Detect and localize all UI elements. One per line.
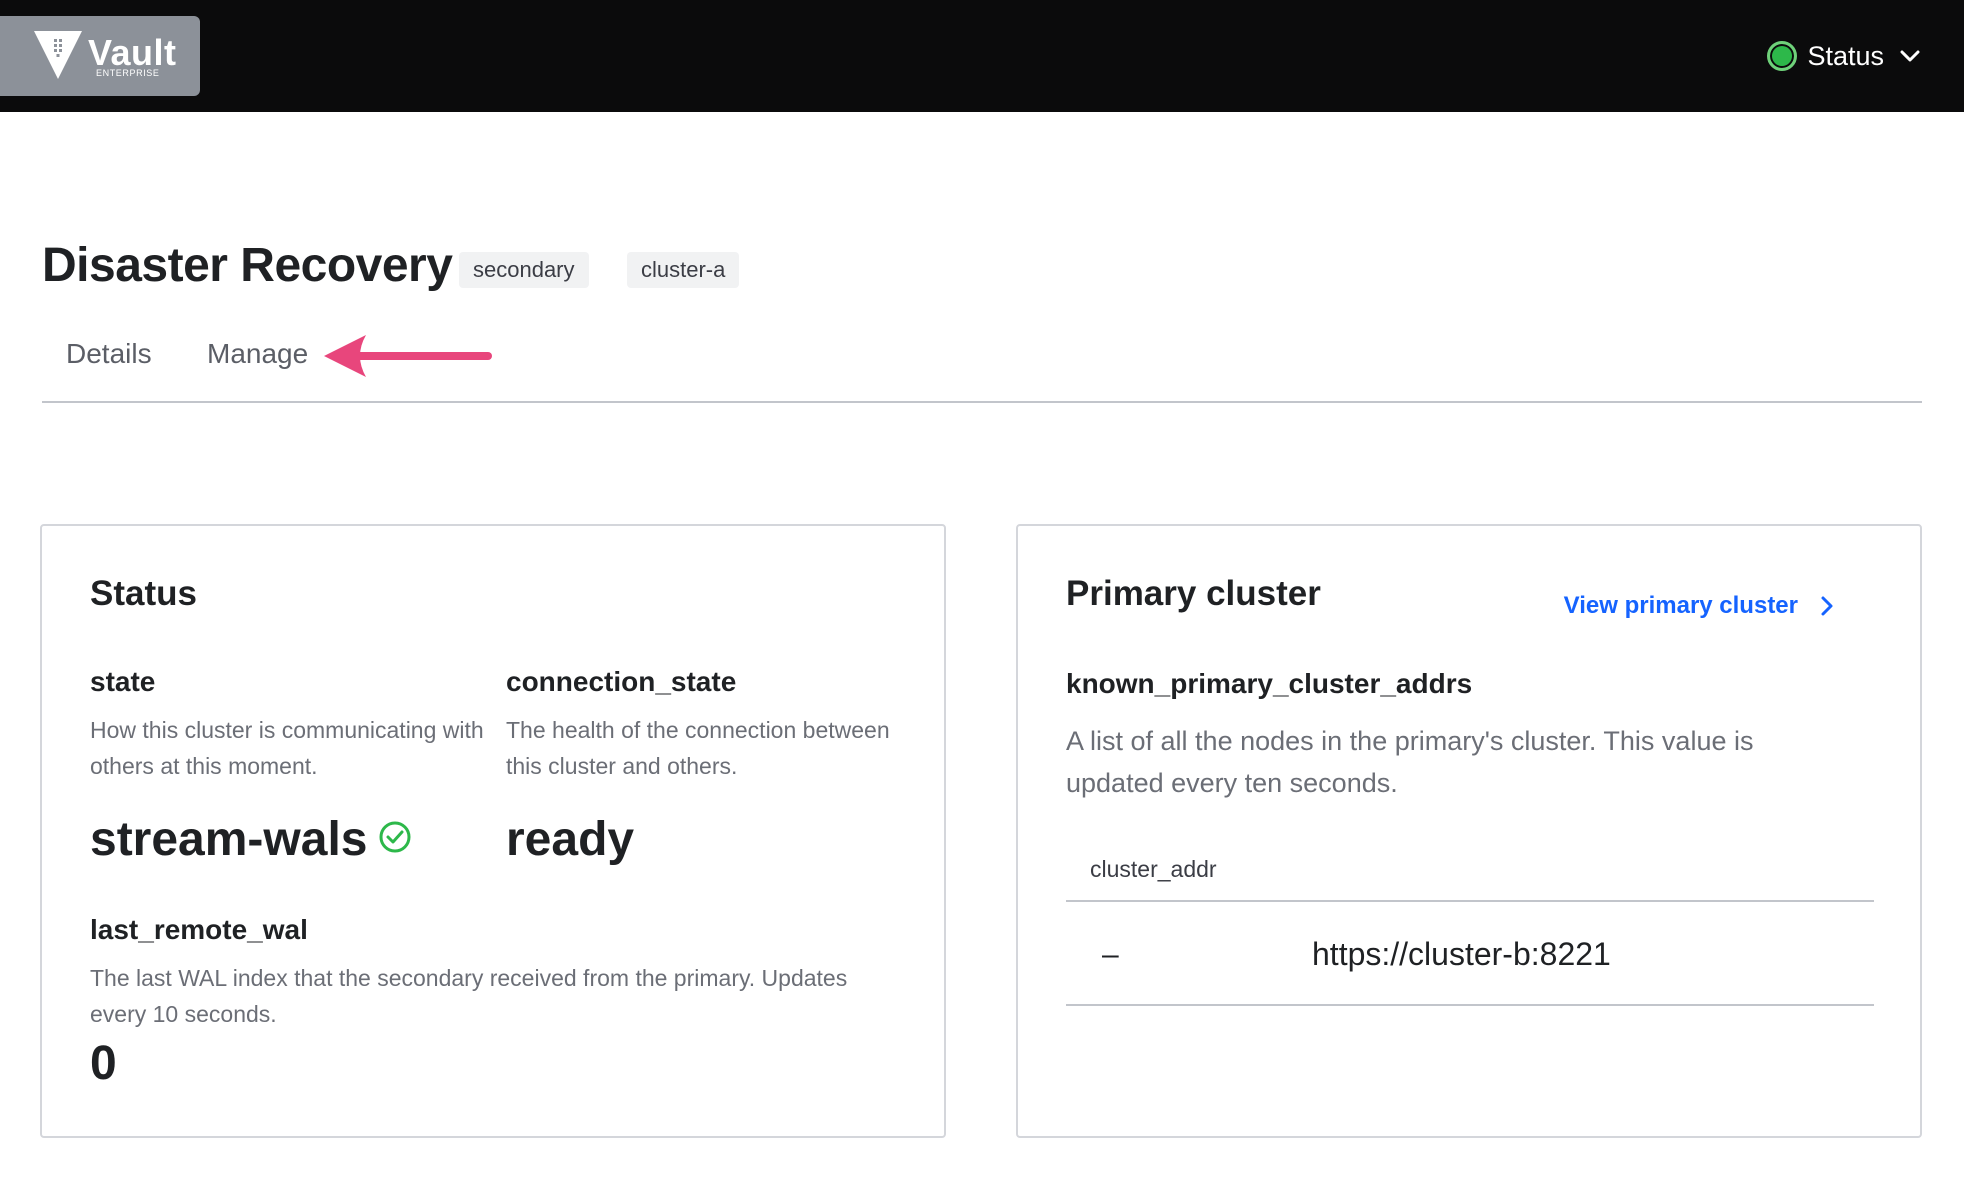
status-card: Status state How this cluster is communi…: [40, 524, 946, 1138]
connection-state-label: connection_state: [506, 666, 737, 697]
chevron-down-icon: [1900, 50, 1920, 62]
status-card-title: Status: [90, 574, 197, 613]
known-primary-addrs-help: A list of all the nodes in the primary's…: [1066, 726, 1754, 798]
check-circle-icon: [379, 821, 411, 853]
view-primary-cluster-label: View primary cluster: [1563, 592, 1798, 619]
tab-details[interactable]: Details: [66, 338, 152, 370]
connection-state-help: The health of the connection between thi…: [506, 717, 890, 779]
vault-triangle-icon: [34, 31, 82, 79]
page-title: Disaster Recovery: [42, 239, 453, 292]
cluster-address: https://cluster-b:8221: [1312, 936, 1611, 972]
primary-card-title: Primary cluster: [1066, 574, 1321, 613]
column-header-cluster-addr: cluster_addr: [1090, 856, 1217, 882]
logo-subtext: ENTERPRISE: [96, 68, 160, 78]
top-navbar: Vault ENTERPRISE Status: [0, 0, 1964, 112]
state-help: How this cluster is communicating with o…: [90, 717, 484, 779]
connection-state-value: ready: [506, 813, 635, 866]
last-remote-wal-value: 0: [90, 1037, 117, 1090]
cluster-tag: cluster-a: [627, 252, 740, 288]
last-remote-wal-help: The last WAL index that the secondary re…: [90, 965, 848, 1027]
status-label: Status: [1807, 40, 1884, 71]
table-row: – https://cluster-b:8221: [1066, 902, 1874, 1006]
cluster-addr-table-header: cluster_addr: [1066, 846, 1874, 902]
tab-divider: [42, 401, 1922, 403]
vault-logo[interactable]: Vault ENTERPRISE: [0, 16, 200, 96]
status-menu-button[interactable]: Status: [1767, 36, 1920, 76]
tab-manage[interactable]: Manage: [207, 338, 308, 370]
annotation-arrow-icon: [324, 335, 492, 377]
chevron-right-icon: [1821, 596, 1833, 616]
last-remote-wal-label: last_remote_wal: [90, 914, 308, 945]
mode-tag: secondary: [459, 252, 589, 288]
row-dash: –: [1102, 938, 1119, 971]
primary-cluster-card: Primary cluster View primary cluster kno…: [1016, 524, 1922, 1138]
state-label: state: [90, 666, 156, 697]
state-value: stream-wals: [90, 813, 368, 866]
status-indicator-icon: [1767, 41, 1798, 71]
view-primary-cluster-link[interactable]: View primary cluster: [1564, 592, 1834, 620]
known-primary-addrs-label: known_primary_cluster_addrs: [1066, 668, 1473, 699]
